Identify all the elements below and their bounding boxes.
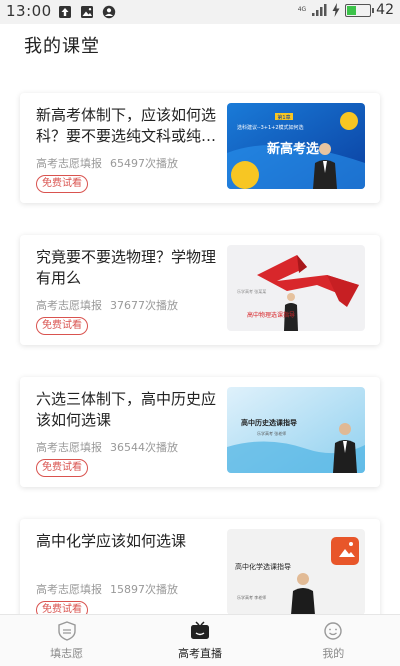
course-source: 高考志愿填报 — [36, 441, 102, 454]
svg-text:乐学高考 张老师: 乐学高考 张老师 — [257, 430, 286, 436]
course-title: 高中化学应该如何选课 — [36, 532, 187, 550]
course-source: 高考志愿填报 — [36, 583, 102, 596]
free-trial-badge[interactable]: 免费试看 — [36, 317, 88, 335]
course-source: 高考志愿填报 — [36, 157, 102, 170]
page-title: 我的课堂 — [24, 36, 100, 57]
tab-profile[interactable]: 我的 — [267, 615, 400, 666]
thumb-title: 高中物理选课指导 — [247, 311, 295, 319]
course-meta: 高考志愿填报 36544次播放 — [36, 439, 178, 455]
course-meta: 高考志愿填报 37677次播放 — [36, 297, 178, 313]
bottom-tab-bar: 填志愿 高考直播 我的 — [0, 614, 400, 666]
thumb-title: 高中化学选课指导 — [235, 562, 291, 571]
svg-text:第1章: 第1章 — [277, 114, 290, 121]
tv-icon — [190, 621, 209, 639]
course-source: 高考志愿填报 — [36, 299, 102, 312]
course-thumbnail[interactable]: 第1章 选科建议--3+1+2模式如何选 新高考选 — [227, 103, 365, 189]
status-time: 13:00 — [6, 2, 52, 20]
signal-icon — [312, 4, 327, 16]
upload-icon — [59, 6, 71, 18]
network-type: 4G — [297, 6, 307, 13]
account-icon — [102, 5, 116, 19]
smile-icon — [324, 622, 343, 640]
course-title: 新高考体制下，应该如何选科？要不要选纯文科或纯… — [36, 106, 216, 145]
free-trial-badge[interactable]: 免费试看 — [36, 459, 88, 477]
thumb-title: 高中历史选课指导 — [241, 418, 297, 427]
charging-icon — [332, 3, 340, 17]
course-plays: 36544次播放 — [110, 441, 178, 454]
course-title: 究竟要不要选物理？学物理有用么 — [36, 248, 216, 287]
course-meta: 高考志愿填报 65497次播放 — [36, 155, 178, 171]
battery-fill — [347, 5, 357, 15]
course-card[interactable]: 新高考体制下，应该如何选科？要不要选纯文科或纯… 高考志愿填报 65497次播放 … — [20, 93, 380, 203]
course-thumbnail[interactable]: 高中化学选课指导 乐学高考 李老师 — [227, 529, 365, 615]
battery-icon — [345, 3, 375, 17]
svg-text:乐学高考 李老师: 乐学高考 李老师 — [237, 594, 266, 600]
course-title: 六选三体制下，高中历史应该如何选课 — [36, 390, 216, 429]
tab-live[interactable]: 高考直播 — [133, 615, 266, 666]
course-plays: 37677次播放 — [110, 299, 178, 312]
course-plays: 15897次播放 — [110, 583, 178, 596]
battery-percent: 42 — [376, 2, 394, 18]
course-thumbnail[interactable]: 乐学高考 张某某 高中物理选课指导 — [227, 245, 365, 331]
course-meta: 高考志愿填报 15897次播放 — [36, 581, 178, 597]
course-card[interactable]: 高中化学应该如何选课 高考志愿填报 15897次播放 免费试看 高中化学选课指导 … — [20, 519, 380, 629]
image-icon — [81, 6, 93, 18]
tab-label: 填志愿 — [50, 647, 84, 660]
svg-text:乐学高考 张某某: 乐学高考 张某某 — [237, 288, 266, 294]
course-card[interactable]: 六选三体制下，高中历史应该如何选课 高考志愿填报 36544次播放 免费试看 高中… — [20, 377, 380, 487]
tab-label: 我的 — [322, 647, 345, 660]
status-bar: 13:00 4G 42 — [0, 0, 400, 24]
tab-label: 高考直播 — [177, 647, 222, 660]
thumb-title: 新高考选 — [267, 141, 319, 157]
thumb-subtitle: 选科建议--3+1+2模式如何选 — [237, 124, 304, 131]
tab-fill-application[interactable]: 填志愿 — [0, 615, 133, 666]
course-card[interactable]: 究竟要不要选物理？学物理有用么 高考志愿填报 37677次播放 免费试看 乐学高考… — [20, 235, 380, 345]
course-thumbnail[interactable]: 高中历史选课指导 乐学高考 张老师 — [227, 387, 365, 473]
shield-icon — [57, 621, 76, 641]
course-plays: 65497次播放 — [110, 157, 178, 170]
free-trial-badge[interactable]: 免费试看 — [36, 175, 88, 193]
